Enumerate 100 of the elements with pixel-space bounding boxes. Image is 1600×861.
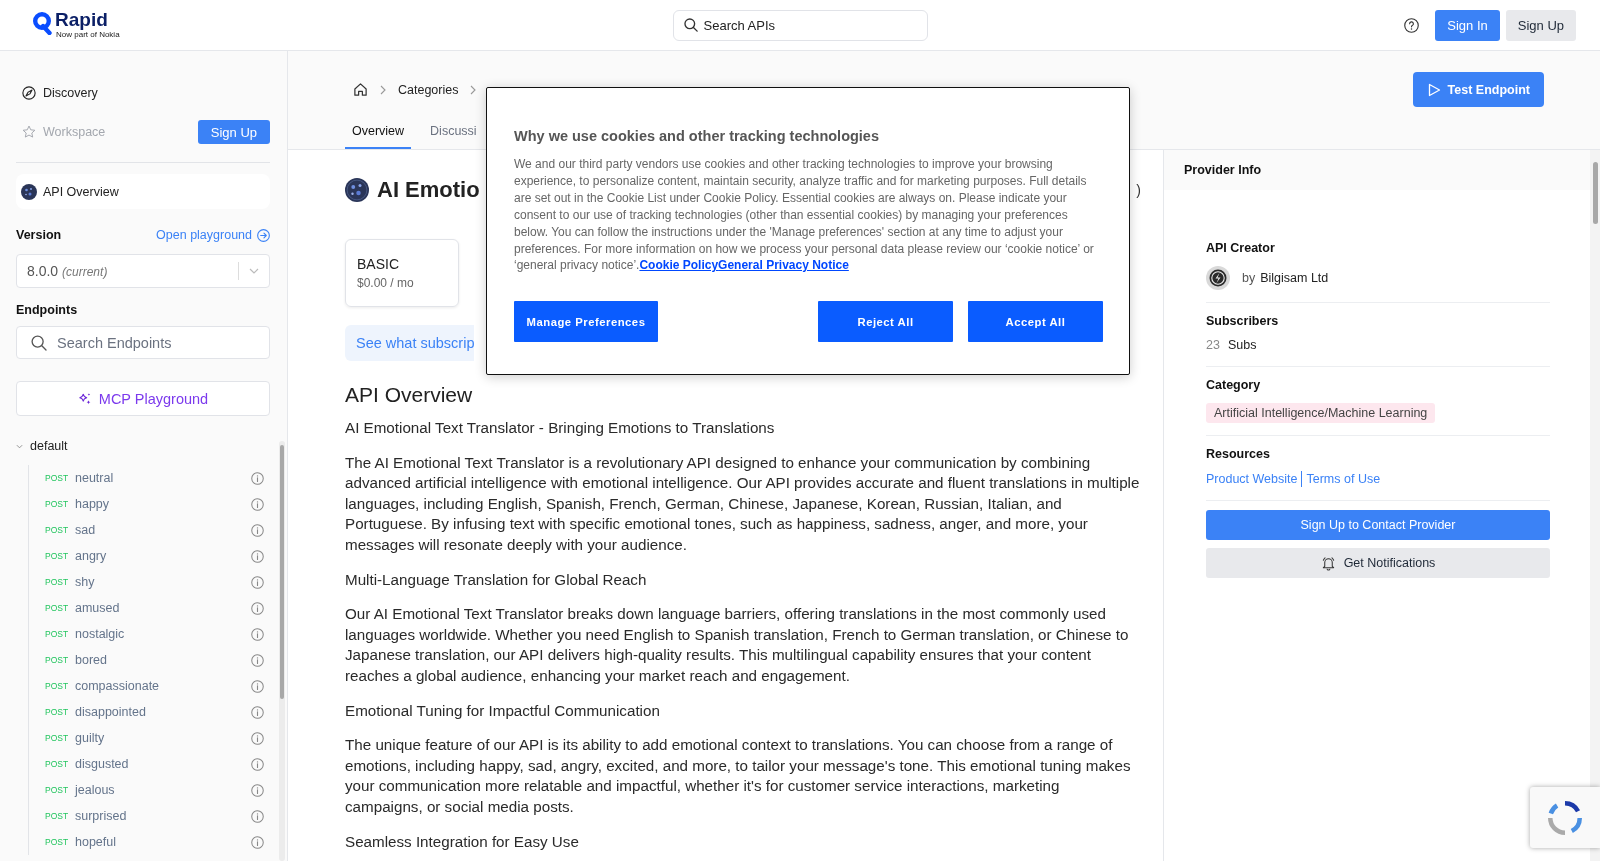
captcha-badge[interactable] xyxy=(1530,787,1600,848)
help-icon[interactable] xyxy=(1404,17,1420,33)
info-icon[interactable] xyxy=(251,627,264,641)
star-icon xyxy=(22,125,36,139)
endpoint-item[interactable]: happy xyxy=(75,497,110,511)
creator-name[interactable]: Bilgisam Ltd xyxy=(1260,271,1329,285)
category-tag[interactable]: Artificial Intelligence/Machine Learning xyxy=(1206,403,1436,423)
endpoint-item[interactable]: guilty xyxy=(75,731,105,745)
overview-text: Our AI Emotional Text Translator breaks down language barriers, offering translations in the most commonly used languages worldwide. Whether you need English to Spanish translation, French to German translation, or Chinese to Japanese translation, our API delivers high-quality results. This multilingual capability ensures that your content reaches a global audience, enhancing your market reach and engagement. xyxy=(345,604,1130,686)
resource-link[interactable]: Product Website xyxy=(1206,472,1298,486)
signup-button[interactable]: Sign Up xyxy=(197,120,270,144)
endpoint-item[interactable]: shy xyxy=(75,575,95,589)
info-icon[interactable] xyxy=(251,497,264,511)
info-icon[interactable] xyxy=(251,731,264,745)
dialog-title: Why we use cookies and other tracking technologies xyxy=(514,127,880,146)
chevron-right-icon xyxy=(470,84,477,95)
endpoint-item[interactable]: disappointed xyxy=(75,705,146,719)
title-fragment: ) xyxy=(1136,182,1141,198)
provider-button[interactable]: Get Notifications xyxy=(1206,548,1550,578)
endpoint-item[interactable]: nostalgic xyxy=(75,627,125,641)
search-field[interactable]: Search APIs xyxy=(672,9,928,41)
info-icon[interactable] xyxy=(251,653,264,667)
method-label: POST xyxy=(45,525,70,535)
mcp-playground-button[interactable]: MCP Playground xyxy=(16,381,270,416)
api-overview-item[interactable]: API Overview xyxy=(16,174,270,209)
info-icon[interactable] xyxy=(251,549,264,563)
info-icon[interactable] xyxy=(251,783,264,797)
sparkle-icon xyxy=(77,391,92,406)
logo-wordmark[interactable]: Rapid xyxy=(55,10,108,30)
method-label: POST xyxy=(45,681,70,691)
logo-icon xyxy=(33,12,52,35)
nav-item[interactable]: Discovery xyxy=(16,81,270,105)
resource-link[interactable]: Terms of Use xyxy=(1306,472,1381,486)
method-label: POST xyxy=(45,811,70,821)
info-icon[interactable] xyxy=(251,809,264,823)
panel-header: Provider Info xyxy=(1164,150,1590,190)
logo-tagline: Now part of Nokia xyxy=(56,30,120,40)
endpoint-item[interactable]: disgusted xyxy=(75,757,129,771)
header-button[interactable]: Sign In xyxy=(1435,9,1500,41)
plan-price: $0.00 / mo xyxy=(357,276,415,290)
test-endpoint-button[interactable]: Test Endpoint xyxy=(1412,72,1544,107)
overview-text: The unique feature of our API is its ability to add emotional context to translations. You can choose from a range of emotions, including happy, sad, angry, excited, and more, to tailor your message's tone. This emotional tuning makes your communication more relatable and impactful, whether it's for customer service interactions, marketing campaigns, or social media posts. xyxy=(345,735,1132,817)
subscription-notice[interactable]: See what subscrip xyxy=(345,325,475,361)
arrow-circle-icon xyxy=(257,228,270,242)
endpoint-item[interactable]: amused xyxy=(75,601,120,615)
overview-text: Emotional Tuning for Impactful Communication xyxy=(345,700,661,721)
provider-button[interactable]: Sign Up to Contact Provider xyxy=(1206,510,1550,540)
compass-icon xyxy=(22,86,36,100)
overview-text: Seamless Integration for Easy Use xyxy=(345,831,580,852)
creator-prefix: by xyxy=(1242,271,1256,285)
plan-name: BASIC xyxy=(357,256,400,272)
tab[interactable]: Discussi xyxy=(423,114,484,149)
endpoint-item[interactable]: sad xyxy=(75,523,96,537)
policy-link[interactable]: Cookie Policy xyxy=(639,258,719,273)
section-label: Subscribers xyxy=(1206,313,1280,330)
endpoint-item[interactable]: surprised xyxy=(75,809,127,823)
dialog-text: We and our third party vendors use cookies and other tracking technologies to improve your browsing experience, to personalize content, maintain security, analyze traffic and for marketing purposes. Full details are set out in the Cookie List under Cookie Policy. Essential cookies are always on. Please indicate your consent to our use of tracking technologies (other than essential cookies) by managing your preferences below. You can follow the instructions under the 'Manage preferences' section at any time to adjust your preferences. For more information on how we process your personal data please review our ‘cookie notice’ or ‘general privacy notice’.Cookie PolicyGeneral Privacy Notice xyxy=(514,156,1095,275)
info-icon[interactable] xyxy=(251,835,264,849)
subscriber-count: 23 xyxy=(1206,338,1220,352)
method-label: POST xyxy=(45,603,70,613)
section-heading: API Overview xyxy=(345,383,474,407)
method-label: POST xyxy=(45,759,70,769)
method-label: POST xyxy=(45,785,70,795)
version-select[interactable]: 8.0.0 (current) xyxy=(16,254,270,288)
dialog-button[interactable]: Accept All xyxy=(968,301,1103,343)
method-label: POST xyxy=(45,837,70,847)
info-icon[interactable] xyxy=(251,679,264,693)
endpoint-search-field[interactable]: Search Endpoints xyxy=(16,326,270,359)
header-button[interactable]: Sign Up xyxy=(1505,9,1576,41)
endpoint-group[interactable]: default xyxy=(16,436,68,456)
breadcrumb-link[interactable]: Categories xyxy=(398,82,459,97)
plan-card[interactable]: BASIC $0.00 / mo xyxy=(345,239,459,307)
info-icon[interactable] xyxy=(251,601,264,615)
dialog-button[interactable]: Manage Preferences xyxy=(514,301,658,343)
info-icon[interactable] xyxy=(251,705,264,719)
tab[interactable]: Overview xyxy=(345,114,412,149)
method-label: POST xyxy=(45,655,70,665)
version-label: Version xyxy=(16,228,62,242)
info-icon[interactable] xyxy=(251,471,264,485)
scrollbar[interactable] xyxy=(1590,150,1600,861)
chevron-right-icon xyxy=(380,84,386,95)
info-icon[interactable] xyxy=(251,575,264,589)
scrollbar[interactable] xyxy=(279,441,285,861)
section-label: Resources xyxy=(1206,446,1271,463)
endpoint-item[interactable]: bored xyxy=(75,653,107,667)
endpoint-item[interactable]: jealous xyxy=(75,783,115,797)
method-label: POST xyxy=(45,733,70,743)
overview-text: AI Emotional Text Translator - Bringing Emotions to Translations xyxy=(345,418,776,438)
endpoint-item[interactable]: hopeful xyxy=(75,835,116,849)
method-label: POST xyxy=(45,473,70,483)
dialog-button[interactable]: Reject All xyxy=(818,301,953,343)
endpoint-item[interactable]: angry xyxy=(75,549,107,563)
endpoint-item[interactable]: compassionate xyxy=(75,679,160,693)
policy-link[interactable]: General Privacy Notice xyxy=(718,258,849,273)
endpoint-item[interactable]: neutral xyxy=(75,471,114,485)
overview-text: The AI Emotional Text Translator is a revolutionary API designed to enhance your communication by combining advanced artificial intelligence with emotional intelligence. Our API provides accurate and fluent translations in multiple languages, including English, Spanish, French, German, Chinese, Japanese, Korean, Russian, Italian, and Portuguese. By infusing text with specific emotional tones, such as happiness, sadness, anger, and more, your messages will resonate deeply with your audience. xyxy=(345,452,1141,555)
info-icon[interactable] xyxy=(251,757,264,771)
home-icon[interactable] xyxy=(353,82,368,97)
info-icon[interactable] xyxy=(251,523,264,537)
playground-link[interactable]: Open playground xyxy=(156,228,270,242)
